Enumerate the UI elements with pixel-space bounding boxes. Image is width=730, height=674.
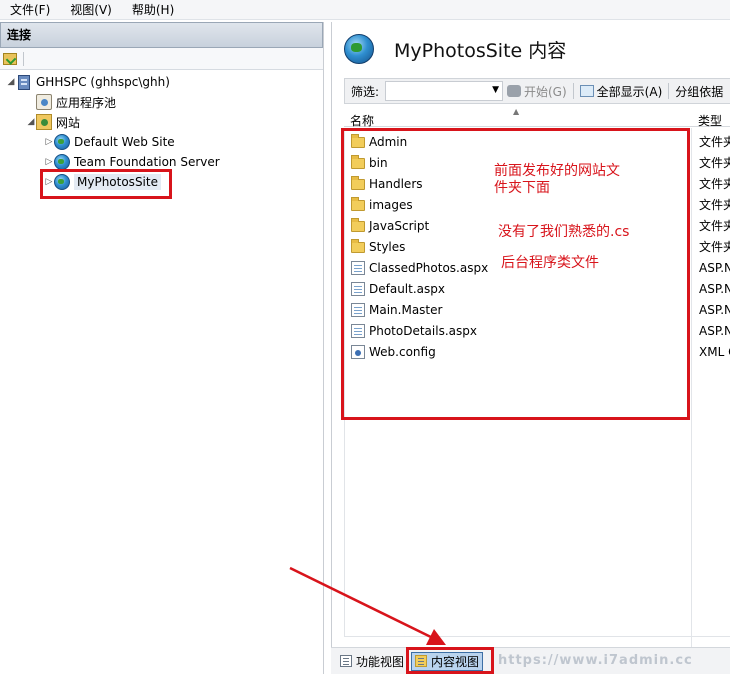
app-pool-icon bbox=[36, 94, 52, 110]
tree-item-app-pools[interactable]: 应用程序池 bbox=[36, 92, 116, 112]
features-view-label: 功能视图 bbox=[356, 654, 405, 669]
start-button[interactable]: 开始(G) bbox=[503, 83, 571, 100]
content-title-area: MyPhotosSite 内容 bbox=[344, 34, 566, 64]
features-view-icon bbox=[340, 655, 352, 667]
show-all-icon bbox=[579, 85, 594, 97]
connections-toolbar bbox=[0, 48, 323, 70]
file-type: 文件夹 bbox=[699, 198, 730, 212]
annotation-text-3: 没有了我们熟悉的.cs bbox=[498, 224, 630, 240]
website-globe-icon bbox=[344, 34, 374, 64]
column-header-name[interactable]: 名称 bbox=[350, 112, 374, 129]
file-type: 文件夹 bbox=[699, 156, 730, 170]
show-all-button[interactable]: 全部显示(A) bbox=[576, 83, 667, 100]
list-header: ▲ 名称 类型 bbox=[344, 107, 730, 129]
watermark: https://www.i7admin.cc bbox=[498, 653, 693, 668]
file-type: 文件夹 bbox=[699, 177, 730, 191]
tree-item-sites[interactable]: ◢ 网站 bbox=[26, 112, 80, 132]
features-view-button[interactable]: 功能视图 bbox=[337, 652, 407, 671]
file-type: ASP.NET bbox=[699, 303, 730, 317]
website-globe-icon bbox=[54, 154, 70, 170]
menu-help[interactable]: 帮助(H) bbox=[122, 0, 184, 20]
annotation-text-2: 件夹下面 bbox=[494, 180, 550, 196]
expand-icon[interactable]: ▷ bbox=[44, 157, 54, 167]
show-all-button-label: 全部显示(A) bbox=[596, 84, 663, 99]
sort-up-icon: ▲ bbox=[513, 107, 520, 116]
file-type: XML C bbox=[699, 345, 730, 359]
toolbar-separator bbox=[572, 83, 574, 99]
connect-icon[interactable] bbox=[3, 52, 17, 65]
collapse-icon[interactable]: ◢ bbox=[26, 117, 36, 127]
binoculars-icon bbox=[507, 85, 521, 97]
highlight-box-content-view bbox=[406, 647, 494, 674]
page-title: MyPhotosSite 内容 bbox=[394, 39, 567, 62]
file-type: ASP.NET bbox=[699, 261, 730, 275]
group-by-button[interactable]: 分组依据 bbox=[671, 83, 727, 100]
server-icon bbox=[18, 74, 30, 90]
filter-input[interactable]: ▼ bbox=[385, 81, 503, 101]
website-globe-icon bbox=[54, 134, 70, 150]
dropdown-arrow-icon[interactable]: ▼ bbox=[492, 85, 499, 95]
annotation-text-1: 前面发布好的网站文 bbox=[494, 163, 620, 179]
connections-pane: 连接 ◢ GHHSPC (ghhspc\ghh) 应用程序池 ◢ 网站 ▷ De… bbox=[0, 22, 324, 674]
connections-header: 连接 bbox=[0, 22, 323, 48]
toolbar-separator bbox=[668, 83, 670, 99]
file-type: ASP.NET bbox=[699, 324, 730, 338]
toolbar-separator bbox=[23, 51, 24, 66]
column-divider bbox=[691, 128, 692, 653]
file-type: ASP.NET bbox=[699, 282, 730, 296]
expand-icon[interactable]: ▷ bbox=[44, 137, 54, 147]
tree-item-app-pools-label: 应用程序池 bbox=[56, 95, 117, 110]
sites-folder-icon bbox=[36, 114, 52, 130]
tree-item-server-label: GHHSPC (ghhspc\ghh) bbox=[36, 75, 170, 89]
highlight-box-site bbox=[40, 169, 172, 199]
tree-item-default-web-site[interactable]: ▷ Default Web Site bbox=[44, 132, 175, 152]
tree-item-team-foundation-server-label: Team Foundation Server bbox=[74, 155, 220, 169]
menu-view[interactable]: 视图(V) bbox=[60, 0, 122, 20]
group-by-button-label: 分组依据 bbox=[675, 84, 724, 99]
tree-item-sites-label: 网站 bbox=[56, 115, 81, 130]
menu-file[interactable]: 文件(F) bbox=[0, 0, 60, 20]
start-button-label: 开始(G) bbox=[524, 84, 567, 99]
filter-toolbar: 筛选: ▼ 开始(G) 全部显示(A) 分组依据 bbox=[344, 78, 730, 104]
annotation-text-4: 后台程序类文件 bbox=[501, 255, 599, 271]
column-header-type[interactable]: 类型 bbox=[698, 112, 722, 129]
file-type: 文件夹 bbox=[699, 135, 730, 149]
collapse-icon[interactable]: ◢ bbox=[6, 77, 16, 87]
tree-item-default-web-site-label: Default Web Site bbox=[74, 135, 175, 149]
filter-label: 筛选: bbox=[351, 84, 380, 99]
menu-bar: 文件(F) 视图(V) 帮助(H) bbox=[0, 0, 730, 20]
tree-item-server[interactable]: ◢ GHHSPC (ghhspc\ghh) bbox=[6, 72, 170, 92]
file-type: 文件夹 bbox=[699, 219, 730, 233]
file-type: 文件夹 bbox=[699, 240, 730, 254]
